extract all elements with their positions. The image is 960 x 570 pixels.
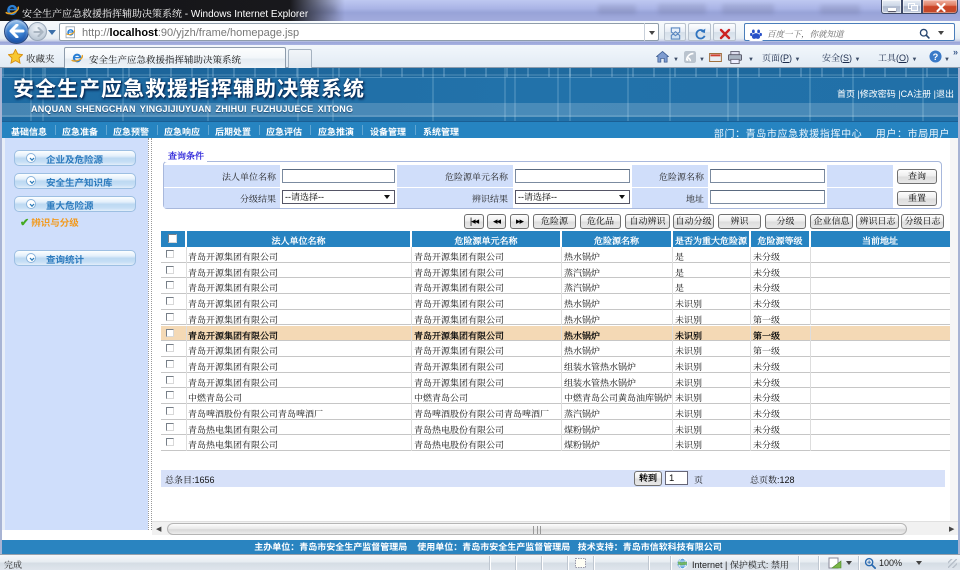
- svg-text:?: ?: [933, 52, 939, 62]
